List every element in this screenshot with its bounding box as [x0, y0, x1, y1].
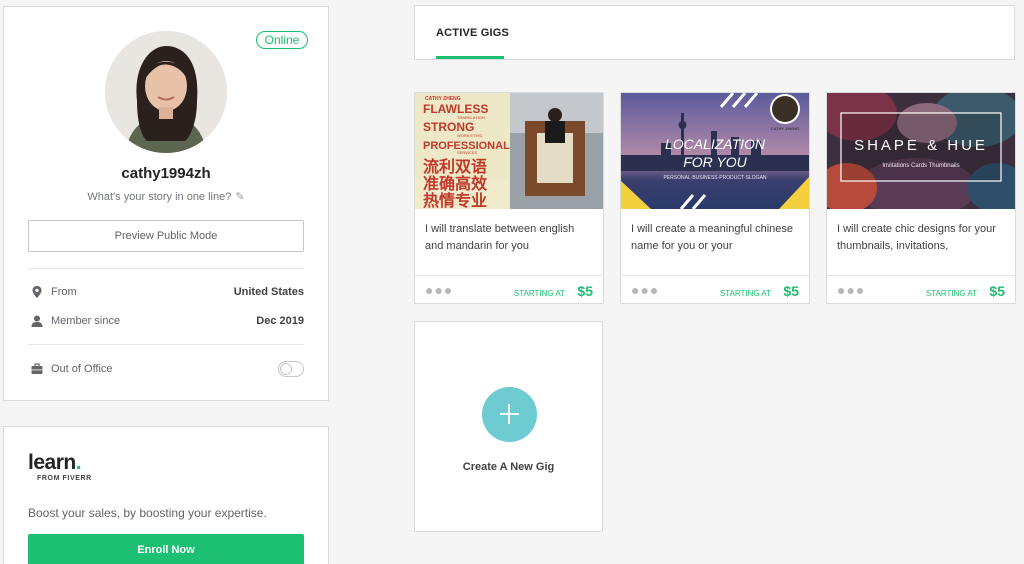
more-options-icon[interactable]: ●●● [631, 283, 659, 297]
gig-card-translate[interactable]: CATHY ZHENG FLAWLESS TRANSLATION STRONG … [414, 92, 604, 304]
starting-at-label: STARTING AT [719, 289, 771, 298]
out-of-office-toggle[interactable] [278, 361, 304, 377]
thumb-text-flawless: FLAWLESS [423, 102, 488, 116]
thumb-text-subtitle: Invitations Cards Thumbnails [882, 163, 959, 169]
learn-logo-word: learn [28, 451, 76, 474]
tab-active-gigs[interactable]: ACTIVE GIGS [436, 27, 509, 39]
briefcase-icon [30, 359, 44, 379]
learn-description: Boost your sales, by boosting your exper… [28, 506, 267, 520]
divider [415, 275, 603, 276]
gig-thumbnail[interactable]: SHAPE & HUE Invitations Cards Thumbnails [827, 93, 1015, 209]
gig-card-chic-designs[interactable]: SHAPE & HUE Invitations Cards Thumbnails… [826, 92, 1016, 304]
create-new-gig-label[interactable]: Create A New Gig [415, 461, 602, 473]
more-options-icon[interactable]: ●●● [837, 283, 865, 297]
from-row: From United States [28, 282, 304, 302]
gig-title[interactable]: I will create chic designs for your thum… [837, 221, 1007, 255]
toggle-knob [280, 363, 292, 375]
thumb-text-subtitle: PERSONAL·BUSINESS·PRODUCT·SLOGAN [663, 175, 766, 181]
username: cathy1994zh [121, 165, 211, 182]
gig-thumbnail[interactable]: LOCALIZATION FOR YOU PERSONAL·BUSINESS·P… [621, 93, 809, 209]
divider [28, 268, 304, 269]
out-of-office-row: Out of Office [28, 359, 304, 379]
member-since-row: Member since Dec 2019 [28, 311, 304, 331]
plus-icon[interactable] [482, 387, 537, 442]
thumb-text-strong: STRONG [423, 120, 474, 134]
gig-card-chinese-name[interactable]: LOCALIZATION FOR YOU PERSONAL·BUSINESS·P… [620, 92, 810, 304]
learn-from-fiverr-card: learn. FROM FIVERR Boost your sales, by … [3, 426, 329, 564]
thumb-text-author: CATHY ZHENG [771, 126, 799, 131]
gigs-tab-bar: ACTIVE GIGS [414, 5, 1015, 60]
divider [827, 275, 1015, 276]
gig-thumbnail[interactable]: CATHY ZHENG FLAWLESS TRANSLATION STRONG … [415, 93, 603, 209]
from-label: From [51, 286, 77, 298]
learn-logo-subtitle: FROM FIVERR [37, 475, 92, 482]
tagline-prompt[interactable]: What's your story in one line? ✎ [4, 190, 328, 203]
starting-at-label: STARTING AT [513, 289, 565, 298]
active-tab-indicator [436, 56, 504, 59]
divider [28, 344, 304, 345]
member-since-label: Member since [51, 315, 121, 327]
learn-logo: learn. [28, 451, 82, 475]
gig-price: $5 [783, 283, 799, 299]
enroll-now-button[interactable]: Enroll Now [28, 534, 304, 564]
learn-logo-dot: . [75, 451, 82, 474]
pencil-icon[interactable]: ✎ [235, 190, 244, 203]
starting-at-label: STARTING AT [925, 289, 977, 298]
create-new-gig-card[interactable]: Create A New Gig [414, 321, 603, 532]
location-pin-icon [30, 282, 44, 302]
more-options-icon[interactable]: ●●● [425, 283, 453, 297]
out-of-office-label: Out of Office [51, 363, 113, 375]
thumb-text-localization: LOCALIZATION [665, 136, 766, 152]
gig-title[interactable]: I will create a meaningful chinese name … [631, 221, 801, 255]
user-icon [30, 311, 44, 331]
thumb-text-shape-hue: SHAPE & HUE [854, 137, 988, 154]
preview-public-mode-button[interactable]: Preview Public Mode [28, 220, 304, 252]
from-value: United States [233, 286, 304, 298]
thumb-text-for-you: FOR YOU [683, 154, 747, 170]
member-since-value: Dec 2019 [256, 315, 304, 327]
tagline-text[interactable]: What's your story in one line? [87, 191, 231, 203]
thumb-text-cn-3: 热情专业 [423, 191, 487, 209]
online-status-badge: Online [256, 31, 308, 49]
gig-price: $5 [577, 283, 593, 299]
gig-price: $5 [989, 283, 1005, 299]
thumb-text-work-ethic: WORK ETHIC [457, 133, 483, 138]
thumb-text-services: SERVICES [457, 150, 477, 155]
divider [621, 275, 809, 276]
avatar[interactable] [105, 31, 227, 153]
gig-title[interactable]: I will translate between english and man… [425, 221, 595, 255]
profile-card: Online cathy1994zh What's your story in … [3, 6, 329, 401]
